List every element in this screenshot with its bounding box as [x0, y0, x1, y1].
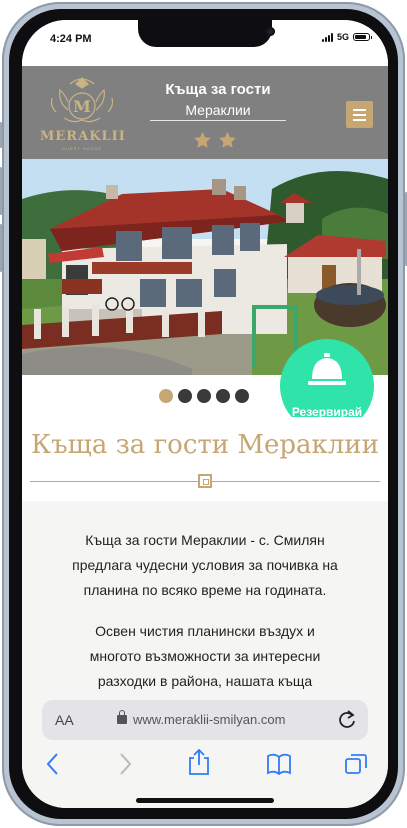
address-bar[interactable]: AA www.meraklii-smilyan.com [42, 700, 368, 740]
title-section: Къща за гости Мераклии [22, 417, 388, 501]
status-time: 4:24 PM [50, 33, 92, 45]
browser-toolbar [22, 748, 388, 788]
site-logo[interactable]: M MERAKLII GUEST HOUSE [40, 72, 126, 154]
star-icon [194, 132, 211, 148]
star-icon [219, 132, 236, 148]
camera-icon [266, 27, 275, 36]
screen: 4:24 PM 5G M MERAKLII GUEST HOUSE Къща з… [22, 20, 388, 808]
header-underline [150, 120, 286, 121]
page-title: Къща за гости Мераклии [31, 430, 379, 460]
notch [138, 20, 275, 47]
share-icon[interactable] [188, 748, 210, 776]
browser-chrome: AA www.meraklii-smilyan.com [22, 690, 388, 808]
battery-icon [353, 33, 372, 41]
network-label: 5G [336, 32, 349, 42]
reload-icon[interactable] [338, 710, 356, 730]
text-line: Освен чистия планински въздух и [95, 623, 315, 639]
carousel-dot-2[interactable] [178, 389, 192, 403]
intro-paragraph-2: Освен чистия планински въздух и многото … [42, 619, 368, 694]
back-icon[interactable] [46, 752, 60, 776]
header-subtitle: Мераклии [185, 102, 251, 118]
star-rating [194, 132, 236, 148]
text-line: предлага чудесни условия за почивка на [72, 557, 338, 573]
logo-text: MERAKLII [40, 129, 126, 144]
forward-icon[interactable] [118, 752, 132, 776]
mute-switch [0, 122, 2, 148]
home-indicator [136, 798, 274, 803]
carousel-dot-1[interactable] [159, 389, 173, 403]
bookmarks-icon[interactable] [266, 752, 292, 776]
logo-subtext: GUEST HOUSE [61, 146, 103, 151]
site-header: M MERAKLII GUEST HOUSE Къща за гости Мер… [22, 66, 388, 159]
signal-icon [321, 32, 333, 42]
divider-ornament [198, 474, 212, 488]
logo-emblem-icon: M [50, 77, 114, 123]
logo-letter: M [73, 97, 91, 116]
status-bar: 4:24 PM 5G [22, 20, 388, 66]
menu-button[interactable] [346, 101, 373, 128]
volume-down-button [0, 224, 2, 272]
hamburger-icon [353, 119, 366, 121]
divider-line [212, 481, 380, 482]
lock-icon [117, 710, 127, 724]
bell-icon [308, 353, 346, 385]
text-line: многото възможности за интересни [89, 648, 321, 664]
hamburger-icon [353, 114, 366, 116]
text-line: планина по всяко време на годината. [83, 582, 327, 598]
intro-paragraph-1: Къща за гости Мераклии - с. Смилян предл… [42, 528, 368, 603]
header-title: Къща за гости [165, 81, 271, 98]
reader-aa-button[interactable]: AA [55, 712, 74, 728]
hamburger-icon [353, 109, 366, 111]
carousel-dot-3[interactable] [197, 389, 211, 403]
intro-text: Къща за гости Мераклии - с. Смилян предл… [22, 501, 388, 711]
volume-up-button [0, 167, 2, 215]
text-line: Къща за гости Мераклии - с. Смилян [85, 532, 325, 548]
tabs-icon[interactable] [344, 752, 368, 776]
status-icons: 5G [321, 32, 372, 42]
carousel-dot-5[interactable] [235, 389, 249, 403]
url-text[interactable]: www.meraklii-smilyan.com [133, 712, 285, 727]
divider-line [30, 481, 198, 482]
carousel-dot-4[interactable] [216, 389, 230, 403]
